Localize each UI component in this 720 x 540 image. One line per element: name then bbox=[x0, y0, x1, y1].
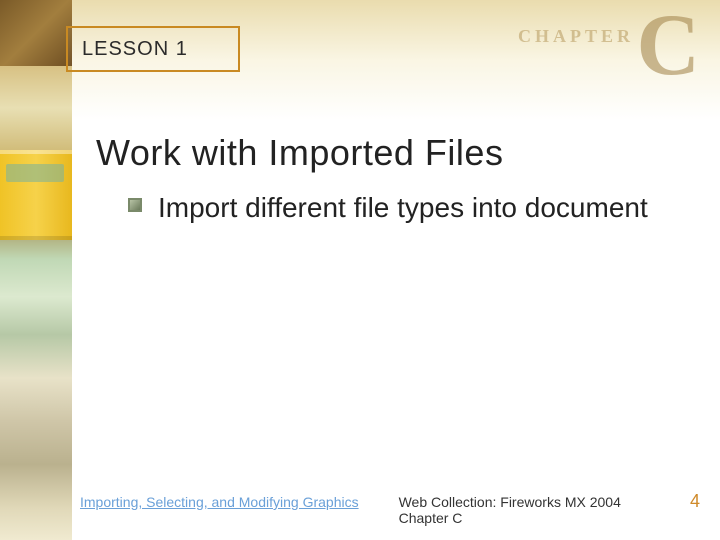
footer: Importing, Selecting, and Modifying Grap… bbox=[80, 491, 700, 526]
bullet-text: Import different file types into documen… bbox=[158, 190, 648, 225]
list-item: Import different file types into documen… bbox=[128, 190, 648, 225]
lesson-label: LESSON 1 bbox=[82, 38, 188, 61]
chapter-letter: C bbox=[636, 2, 700, 90]
footer-page-number: 4 bbox=[690, 491, 700, 512]
bullet-icon bbox=[128, 198, 142, 212]
strip-bus-graphic bbox=[0, 150, 72, 240]
lesson-badge: LESSON 1 bbox=[66, 26, 240, 72]
footer-link[interactable]: Importing, Selecting, and Modifying Grap… bbox=[80, 494, 359, 510]
chapter-word: CHAPTER bbox=[518, 26, 634, 47]
decorative-left-strip bbox=[0, 0, 72, 540]
footer-center-text: Web Collection: Fireworks MX 2004 Chapte… bbox=[399, 494, 670, 526]
slide-heading: Work with Imported Files bbox=[96, 132, 503, 174]
bullet-list: Import different file types into documen… bbox=[128, 190, 648, 225]
strip-top-band bbox=[0, 0, 72, 66]
